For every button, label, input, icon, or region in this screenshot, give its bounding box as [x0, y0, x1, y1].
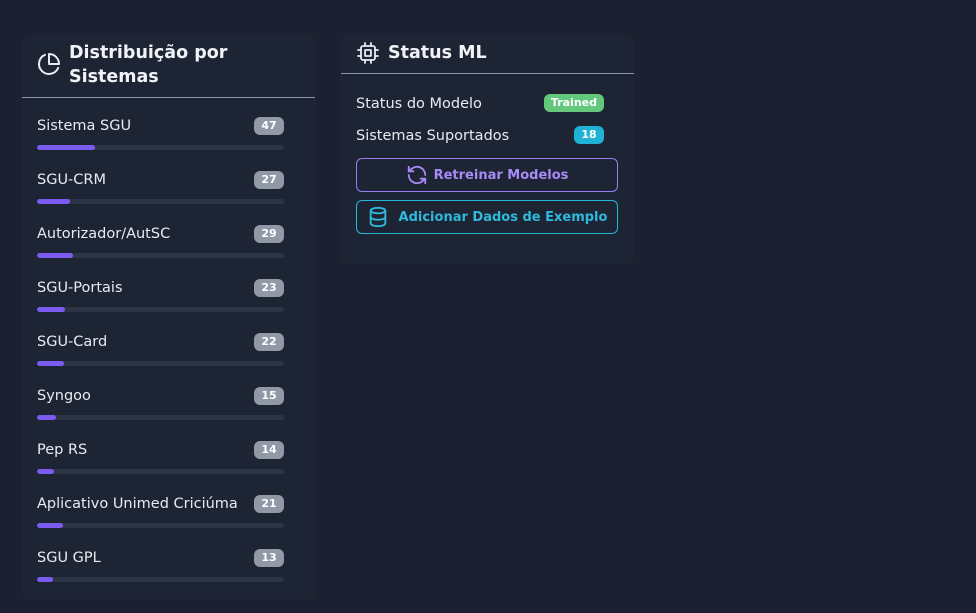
system-item: Aplicativo Unimed Criciúma 21	[37, 476, 300, 530]
system-count-badge: 29	[254, 225, 284, 243]
system-progress-track	[37, 253, 284, 258]
system-progress-fill	[37, 577, 54, 582]
system-progress-fill	[37, 361, 65, 366]
system-progress-track	[37, 523, 284, 528]
system-progress-fill	[37, 523, 63, 528]
system-progress-fill	[37, 253, 73, 258]
refresh-icon	[407, 165, 426, 185]
cpu-chip-icon	[357, 42, 379, 64]
system-name: Aplicativo Unimed Criciúma	[37, 496, 238, 512]
add-sample-data-label: Adicionar Dados de Exemplo	[398, 209, 608, 225]
system-progress-fill	[37, 469, 55, 474]
system-item: SGU-CRM 27	[37, 152, 300, 206]
system-progress-track	[37, 361, 284, 366]
system-name: SGU-Portais	[37, 280, 123, 296]
system-item: Sistema SGU 47	[37, 98, 300, 152]
ml-status-body: Status do Modelo Trained Sistemas Suport…	[341, 74, 634, 234]
system-item: Syngoo 15	[37, 368, 300, 422]
system-progress-fill	[37, 199, 71, 204]
systems-supported-label: Sistemas Suportados	[356, 128, 510, 144]
distribution-title: Distribuição por Sistemas	[69, 41, 227, 89]
system-item: SGU GPL 13	[37, 530, 300, 584]
system-count-badge: 14	[254, 441, 284, 459]
systems-list: Sistema SGU 47 SGU-CRM 27 Autorizador/AutSC 2…	[22, 98, 315, 584]
database-icon	[369, 206, 386, 228]
system-progress-fill	[37, 145, 96, 150]
retrain-models-button[interactable]: Retreinar Modelos	[356, 158, 618, 192]
system-progress-track	[37, 199, 284, 204]
system-count-badge: 22	[254, 333, 284, 351]
system-item: SGU-Card 22	[37, 314, 300, 368]
system-name: Autorizador/AutSC	[37, 226, 171, 242]
system-name: Sistema SGU	[37, 118, 132, 134]
system-progress-track	[37, 469, 284, 474]
system-count-badge: 21	[254, 495, 284, 513]
model-status-badge: Trained	[543, 94, 604, 112]
add-sample-data-button[interactable]: Adicionar Dados de Exemplo	[356, 200, 618, 234]
distribution-header: Distribuição por Sistemas	[22, 34, 315, 98]
systems-supported-row: Sistemas Suportados 18	[356, 124, 619, 156]
ml-status-header: Status ML	[341, 34, 634, 74]
distribution-card: Distribuição por Sistemas Sistema SGU 47 S…	[22, 34, 315, 599]
system-progress-track	[37, 145, 284, 150]
system-count-badge: 27	[254, 171, 284, 189]
system-name: SGU GPL	[37, 550, 101, 566]
system-progress-fill	[37, 415, 56, 420]
model-status-row: Status do Modelo Trained	[356, 92, 619, 124]
system-name: SGU-Card	[37, 334, 108, 350]
ml-status-title: Status ML	[388, 43, 487, 63]
distribution-title-line1: Distribuição por	[69, 43, 228, 63]
system-item: SGU-Portais 23	[37, 260, 300, 314]
distribution-title-line2: Sistemas	[69, 67, 159, 87]
system-count-badge: 13	[254, 549, 284, 567]
systems-supported-badge: 18	[574, 126, 604, 144]
system-item: Pep RS 14	[37, 422, 300, 476]
system-count-badge: 23	[254, 279, 284, 297]
system-progress-track	[37, 307, 284, 312]
system-name: SGU-CRM	[37, 172, 106, 188]
model-status-label: Status do Modelo	[356, 96, 482, 112]
system-name: Syngoo	[37, 388, 91, 404]
pie-chart-icon	[38, 53, 60, 75]
system-progress-fill	[37, 307, 66, 312]
system-item: Autorizador/AutSC 29	[37, 206, 300, 260]
ml-status-card: Status ML Status do Modelo Trained Siste…	[341, 34, 634, 264]
system-count-badge: 15	[254, 387, 284, 405]
system-progress-track	[37, 577, 284, 582]
system-count-badge: 47	[254, 117, 284, 135]
retrain-models-label: Retreinar Modelos	[433, 167, 569, 183]
system-progress-track	[37, 415, 284, 420]
system-name: Pep RS	[37, 442, 88, 458]
